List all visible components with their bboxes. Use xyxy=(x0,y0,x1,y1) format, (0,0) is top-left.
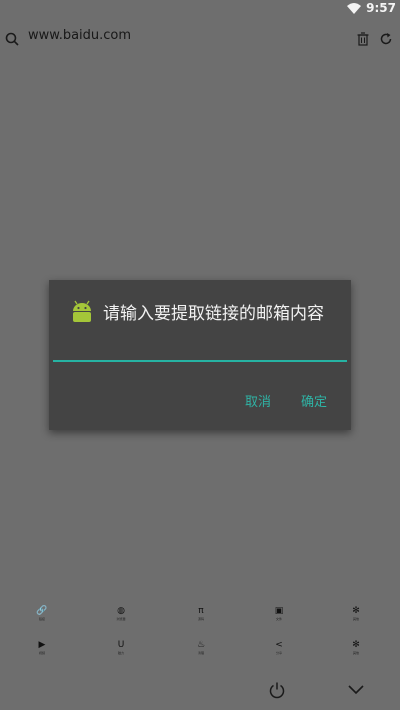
android-icon xyxy=(73,300,91,322)
tool-label: 清理 xyxy=(197,651,204,655)
url-bar: www.baidu.com xyxy=(0,22,400,56)
status-icons: 9:57 xyxy=(347,0,396,16)
email-link-dialog: 请输入要提取链接的邮箱内容 取消 确定 xyxy=(49,280,351,430)
email-content-input[interactable] xyxy=(53,356,347,362)
trash-icon[interactable] xyxy=(357,32,369,46)
tool-clean[interactable]: ♨ 清理 xyxy=(181,640,221,664)
dialog-buttons: 取消 确定 xyxy=(245,388,327,412)
magnet-icon: U xyxy=(117,640,125,650)
clean-icon: ♨ xyxy=(196,640,206,650)
link-icon: 🔗 xyxy=(36,606,48,616)
tool-label: 其他 xyxy=(352,617,359,621)
status-bar: 9:57 xyxy=(0,0,400,16)
chevron-down-icon[interactable] xyxy=(348,685,364,695)
tool-browser[interactable]: ◍ 浏览器 xyxy=(101,606,141,630)
dialog-header: 请输入要提取链接的邮箱内容 xyxy=(69,296,341,326)
tool-link[interactable]: 🔗 链接 xyxy=(22,606,62,630)
snowflake-icon: ✻ xyxy=(352,606,360,616)
tool-label: 浏览器 xyxy=(116,617,126,621)
tool-other-2[interactable]: ✻ 其他 xyxy=(336,640,376,664)
confirm-button[interactable]: 确定 xyxy=(301,391,327,410)
tool-file[interactable]: ▣ 文件 xyxy=(259,606,299,630)
search-icon[interactable] xyxy=(5,32,19,46)
status-time: 9:57 xyxy=(366,1,396,15)
wifi-icon xyxy=(347,2,362,14)
share-icon: < xyxy=(275,640,283,650)
tool-label: 分享 xyxy=(275,651,282,655)
tool-label: 源码 xyxy=(197,617,204,621)
tool-source[interactable]: π 源码 xyxy=(181,606,221,630)
snowflake-icon: ✻ xyxy=(352,640,360,650)
tool-label: 视频 xyxy=(38,651,45,655)
play-icon: ▶ xyxy=(38,640,46,650)
tool-video[interactable]: ▶ 视频 xyxy=(22,640,62,664)
tool-other[interactable]: ✻ 其他 xyxy=(336,606,376,630)
cancel-button[interactable]: 取消 xyxy=(245,391,271,410)
document-icon: ▣ xyxy=(274,606,284,616)
tool-label: 磁力 xyxy=(117,651,124,655)
dialog-title: 请输入要提取链接的邮箱内容 xyxy=(103,303,324,324)
tool-label: 链接 xyxy=(38,617,45,621)
globe-icon: ◍ xyxy=(117,606,125,616)
tool-share[interactable]: < 分享 xyxy=(259,640,299,664)
power-icon[interactable] xyxy=(268,681,286,699)
refresh-icon[interactable] xyxy=(379,32,393,46)
pi-icon: π xyxy=(198,606,204,616)
url-text[interactable]: www.baidu.com xyxy=(28,28,131,43)
tool-grid: 🔗 链接 ◍ 浏览器 π 源码 ▣ 文件 ✻ 其他 ▶ 视频 U 磁力 ♨ 清理… xyxy=(0,600,400,664)
tool-label: 其他 xyxy=(352,651,359,655)
tool-magnet[interactable]: U 磁力 xyxy=(101,640,141,664)
tool-label: 文件 xyxy=(275,617,282,621)
